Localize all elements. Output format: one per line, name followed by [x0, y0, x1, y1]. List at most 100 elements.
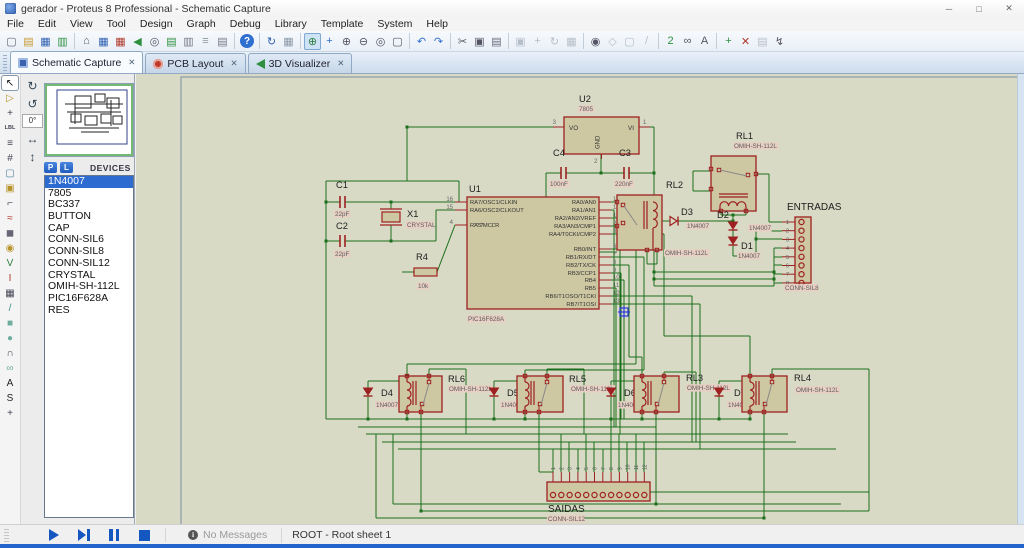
measure-tool-icon[interactable]: ≡ — [197, 33, 214, 50]
play-button[interactable] — [47, 529, 61, 541]
2d-box-mode-icon[interactable]: ■ — [2, 316, 18, 330]
help-icon[interactable]: ? — [240, 34, 254, 48]
component-rl4[interactable]: RL4 OMIH-SH-112L — [741, 373, 841, 415]
remove-sheet-icon[interactable]: ✕ — [737, 33, 754, 50]
device-item-button[interactable]: BUTTON — [45, 210, 133, 223]
block-rotate-icon[interactable]: ↻ — [546, 33, 563, 50]
step-button[interactable] — [77, 529, 91, 541]
library-manager-button[interactable]: L — [60, 162, 73, 173]
device-item-conn-sil12[interactable]: CONN-SIL12 — [45, 257, 133, 270]
devices-list[interactable]: 1N4007 7805 BC337 BUTTON CAP CONN-SIL6 CONN-SI… — [44, 175, 134, 518]
packaging-tool-icon[interactable]: ▢ — [621, 33, 638, 50]
component-rl2[interactable]: RL2 OMIH-SH-112L — [614, 180, 710, 257]
component-x1[interactable]: X1 CRYSTAL — [380, 208, 436, 229]
terminals-mode-icon[interactable]: ▣ — [2, 181, 18, 195]
undo-icon[interactable]: ↶ — [413, 33, 430, 50]
wire-autorouter-icon[interactable]: 2 — [662, 33, 679, 50]
subcircuit-mode-icon[interactable]: ▢ — [2, 166, 18, 180]
stop-button[interactable] — [137, 529, 151, 541]
horizontal-mirror-button[interactable]: ↔ — [24, 131, 41, 146]
buses-mode-icon[interactable]: # — [2, 151, 18, 165]
pick-parts-icon[interactable]: ◉ — [587, 33, 604, 50]
decompose-icon[interactable]: / — [638, 33, 655, 50]
pan-view-icon[interactable]: + — [321, 33, 338, 50]
tape-recorder-mode-icon[interactable]: ◼ — [2, 226, 18, 240]
block-delete-icon[interactable]: ▦ — [563, 33, 580, 50]
menu-library[interactable]: Library — [268, 18, 314, 30]
import-project-icon[interactable]: ▥ — [54, 33, 71, 50]
redo-icon[interactable]: ↷ — [430, 33, 447, 50]
device-item-res[interactable]: RES — [45, 304, 133, 317]
save-design-icon[interactable]: ▦ — [37, 33, 54, 50]
block-copy-icon[interactable]: ▣ — [512, 33, 529, 50]
bill-of-materials-icon[interactable]: ▤ — [163, 33, 180, 50]
schematic-capture-view-icon[interactable]: ▦ — [95, 33, 112, 50]
component-entradas[interactable]: 12345678ENTRADASCONN-SIL8 — [782, 202, 842, 292]
new-design-icon[interactable]: ▢ — [3, 33, 20, 50]
component-saidas[interactable]: 1 2 3 4 5 6 7 8 9 10 11 12SAIDASCONN-SIL12 — [546, 464, 651, 523]
pause-button[interactable] — [107, 529, 121, 541]
menu-edit[interactable]: Edit — [31, 18, 63, 30]
vertical-mirror-button[interactable]: ↕ — [24, 149, 41, 164]
redraw-display-icon[interactable]: ↻ — [263, 33, 280, 50]
menu-design[interactable]: Design — [133, 18, 180, 30]
2d-text-mode-icon[interactable]: A — [2, 376, 18, 390]
generator-mode-icon[interactable]: ◉ — [2, 241, 18, 255]
component-rl6[interactable]: RL6 OMIH-SH-112L — [398, 373, 494, 415]
component-d3[interactable]: D3 1N4007 — [669, 207, 710, 230]
menu-system[interactable]: System — [370, 18, 419, 30]
menu-view[interactable]: View — [63, 18, 100, 30]
voltage-probe-mode-icon[interactable]: V — [2, 256, 18, 270]
zoom-to-area-icon[interactable]: ▢ — [389, 33, 406, 50]
menu-file[interactable]: File — [0, 18, 31, 30]
minimize-button[interactable]: ─ — [934, 0, 964, 17]
search-and-tag-icon[interactable]: ∞ — [679, 33, 696, 50]
junction-dot-mode-icon[interactable]: + — [2, 106, 18, 120]
2d-symbol-mode-icon[interactable]: S — [2, 391, 18, 405]
device-item-pic16f628a[interactable]: PIC16F628A — [45, 292, 133, 305]
graph-mode-icon[interactable]: ≈ — [2, 211, 18, 225]
2d-line-mode-icon[interactable]: / — [2, 301, 18, 315]
2d-circle-mode-icon[interactable]: ● — [2, 331, 18, 345]
component-mode-icon[interactable]: ▷ — [2, 91, 18, 105]
zoom-out-icon[interactable]: ⊖ — [355, 33, 372, 50]
tab-pcb-layout[interactable]: PCB Layout ✕ — [145, 53, 246, 73]
component-rl3[interactable]: RL3 OMIH-SH-112L — [633, 373, 732, 415]
goto-sheet-icon[interactable]: ▤ — [754, 33, 771, 50]
selection-mode-icon[interactable]: ↖ — [2, 76, 18, 90]
maximize-button[interactable]: □ — [964, 0, 994, 17]
component-d4[interactable]: D4 1N4007 — [362, 387, 399, 409]
3d-visualizer-view-icon[interactable]: ◀ — [129, 33, 146, 50]
component-rl1[interactable]: RL1 OMIH-SH-112L — [708, 131, 779, 214]
tab-close-icon[interactable]: ✕ — [337, 58, 344, 69]
tab-3d-visualizer[interactable]: 3D Visualizer ✕ — [247, 53, 353, 73]
text-script-mode-icon[interactable]: ≡ — [2, 136, 18, 150]
overview-pane[interactable] — [44, 83, 134, 157]
electrical-rule-check-icon[interactable]: ↯ — [771, 33, 788, 50]
new-root-sheet-icon[interactable]: + — [720, 33, 737, 50]
2d-marker-mode-icon[interactable]: + — [2, 406, 18, 420]
cut-icon[interactable]: ✂ — [454, 33, 471, 50]
component-u2[interactable]: VO VI GND 3 1 2 U2 7805 — [553, 94, 650, 165]
device-pins-mode-icon[interactable]: ⌐ — [2, 196, 18, 210]
device-item-1n4007[interactable]: 1N4007 — [45, 176, 133, 188]
toggle-grid-icon[interactable]: ▦ — [280, 33, 297, 50]
close-button[interactable]: ✕ — [994, 0, 1024, 17]
pick-devices-button[interactable]: P — [44, 162, 57, 173]
menu-help[interactable]: Help — [419, 18, 455, 30]
menu-template[interactable]: Template — [314, 18, 371, 30]
wire-label-mode-icon[interactable]: LBL — [2, 121, 18, 135]
component-c1[interactable]: C1 22pF — [334, 180, 351, 218]
current-probe-mode-icon[interactable]: I — [2, 271, 18, 285]
paste-icon[interactable]: ▤ — [488, 33, 505, 50]
simulation-analysis-icon[interactable]: ▥ — [180, 33, 197, 50]
schematic-wires[interactable] — [324, 125, 870, 520]
copy-icon[interactable]: ▣ — [471, 33, 488, 50]
tab-schematic-capture[interactable]: Schematic Capture ✕ — [10, 51, 144, 73]
property-assignment-icon[interactable]: A — [696, 33, 713, 50]
2d-path-mode-icon[interactable]: ∞ — [2, 361, 18, 375]
schematic-canvas[interactable]: VO VI GND 3 1 2 U2 7805 C4 100nF C3 220nF C1 22pF C2 22… — [136, 74, 1017, 524]
block-move-icon[interactable]: + — [529, 33, 546, 50]
menu-graph[interactable]: Graph — [180, 18, 223, 30]
open-design-icon[interactable]: ▤ — [20, 33, 37, 50]
